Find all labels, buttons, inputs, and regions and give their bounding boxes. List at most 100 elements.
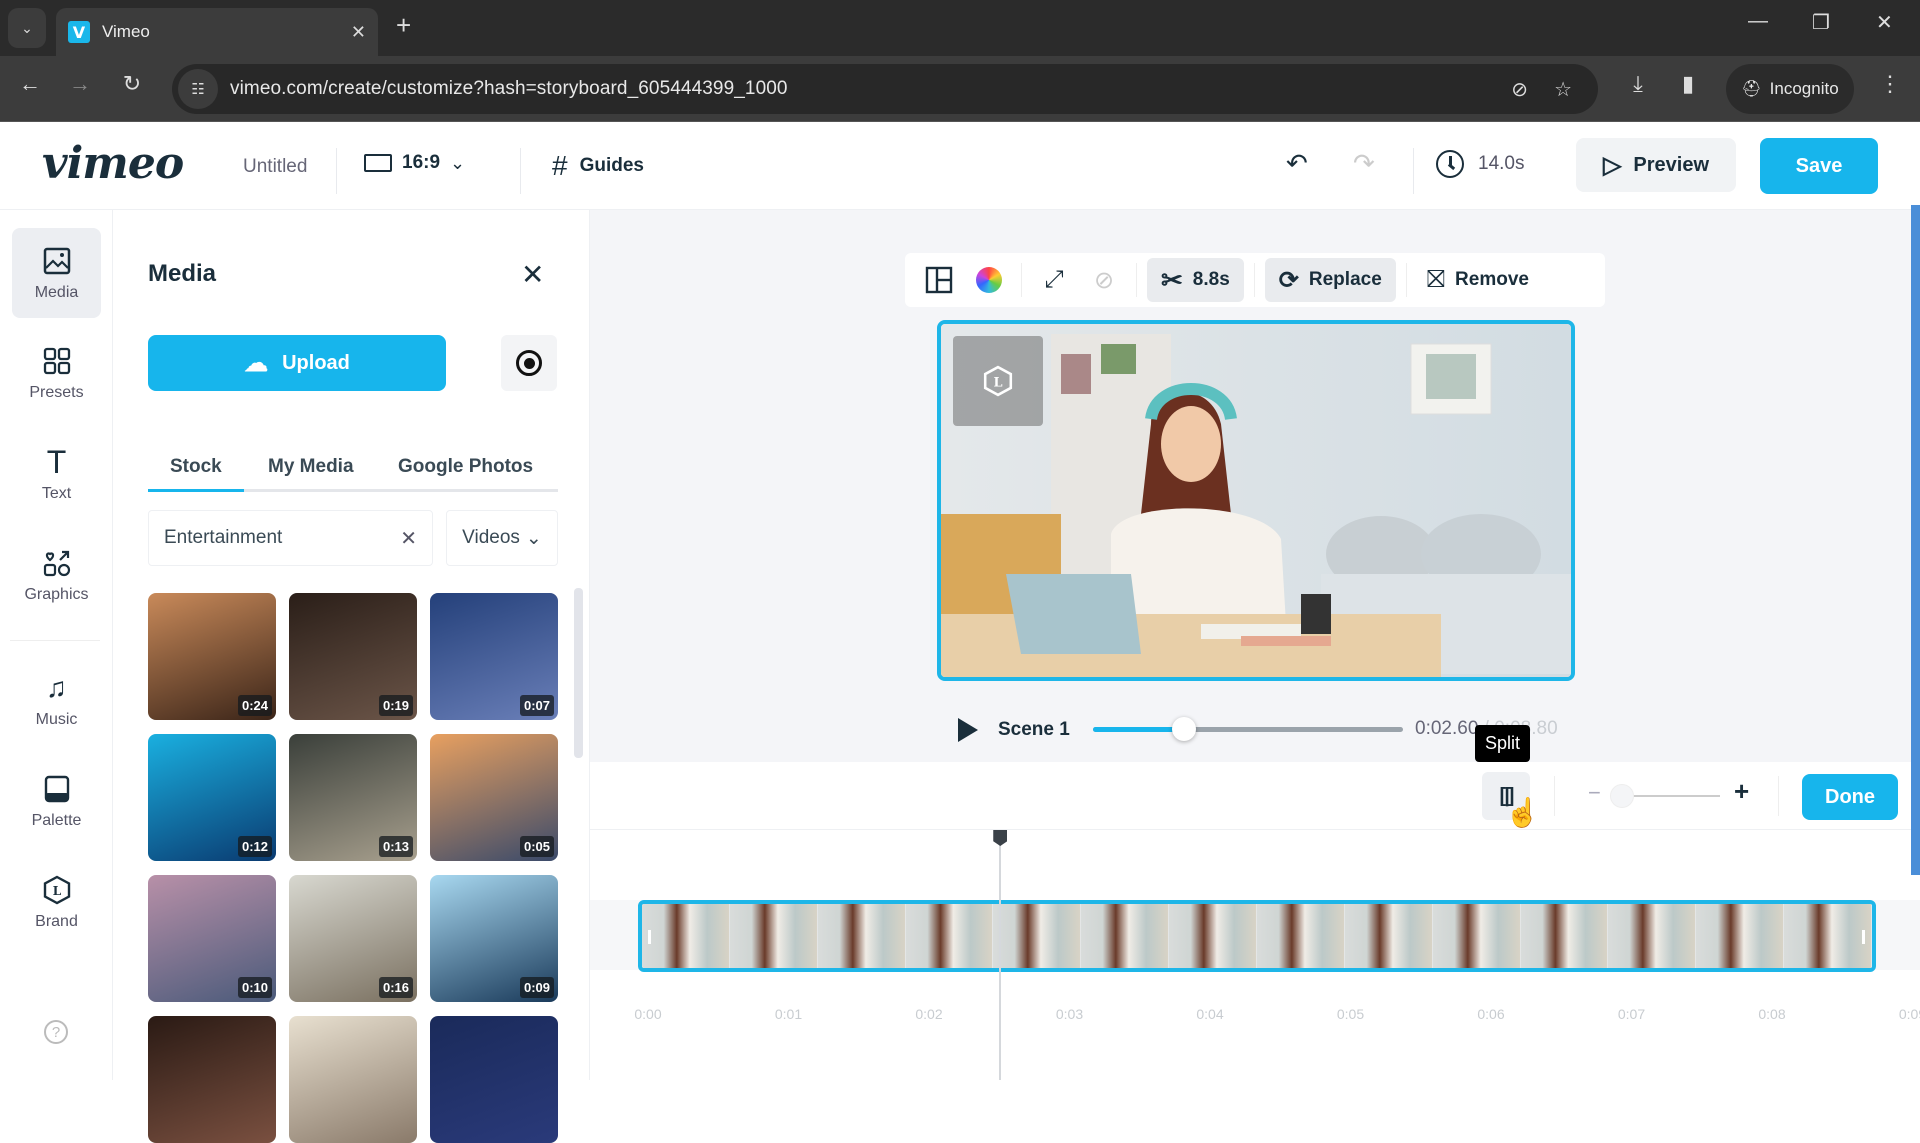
vimeo-favicon-icon: V <box>68 21 90 43</box>
stock-video-thumbnail[interactable]: 0:13 <box>289 734 417 861</box>
panel-title: Media <box>148 260 217 287</box>
timeline-zoom-slider[interactable] <box>1620 795 1720 797</box>
stock-video-thumbnail[interactable]: 0:09 <box>430 875 558 1002</box>
incognito-badge[interactable]: ⛑ Incognito <box>1726 64 1854 114</box>
preview-button[interactable]: ▷ Preview <box>1576 138 1736 192</box>
rail-label: Graphics <box>24 586 89 603</box>
svg-text:L: L <box>52 884 61 898</box>
download-button[interactable]: ⤓ <box>1618 64 1658 104</box>
clip-trim-handle-right[interactable] <box>1862 930 1865 944</box>
scene-scrubber[interactable] <box>1093 717 1403 741</box>
play-icon[interactable] <box>958 718 978 742</box>
replace-button[interactable]: ⟳ Replace <box>1264 258 1396 302</box>
rail-item-graphics[interactable]: Graphics <box>12 530 101 620</box>
stock-video-thumbnail[interactable]: 0:12 <box>148 734 276 861</box>
guides-button[interactable]: # Guides <box>552 150 644 182</box>
stock-video-thumbnail[interactable]: 0:07 <box>430 593 558 720</box>
undo-button[interactable]: ↶ <box>1286 148 1308 179</box>
color-button[interactable] <box>967 259 1011 301</box>
zoom-in-button[interactable]: + <box>1734 776 1749 807</box>
brand-logo-placeholder[interactable]: L <box>953 336 1043 426</box>
stock-video-thumbnail[interactable]: 0:19 <box>289 593 417 720</box>
clock-icon <box>1436 150 1464 178</box>
close-panel-icon[interactable]: ✕ <box>521 258 544 291</box>
tab-stock[interactable]: Stock <box>170 456 222 478</box>
aspect-ratio-dropdown[interactable]: 16:9 ⌄ <box>364 152 465 174</box>
save-button[interactable]: Save <box>1760 138 1878 194</box>
clip-trim-handle-left[interactable] <box>648 930 651 944</box>
rail-item-presets[interactable]: Presets <box>12 328 101 418</box>
project-title[interactable]: Untitled <box>243 156 307 178</box>
forward-button[interactable]: → <box>60 64 100 104</box>
ruler-tick-label: 0:06 <box>1477 1006 1505 1022</box>
panel-scrollbar[interactable] <box>574 588 583 758</box>
search-value[interactable]: Entertainment <box>164 527 400 549</box>
scrubber-handle[interactable] <box>1172 717 1197 741</box>
record-button[interactable] <box>501 335 557 391</box>
media-tabs: Stock My Media Google Photos <box>148 438 558 492</box>
clip-frame-thumbnail <box>1608 904 1697 968</box>
effects-button[interactable]: ⊘ <box>1082 259 1126 301</box>
rail-item-brand[interactable]: L Brand <box>12 857 101 947</box>
help-icon[interactable]: ? <box>44 1020 68 1044</box>
tab-google-photos[interactable]: Google Photos <box>398 456 533 478</box>
browser-toolbar: ← → ↻ ☷ vimeo.com/create/customize?hash=… <box>0 56 1920 122</box>
clip-frame-thumbnail <box>729 904 818 968</box>
tab-my-media[interactable]: My Media <box>268 456 354 478</box>
minimize-button[interactable]: — <box>1748 10 1768 33</box>
url-text[interactable]: vimeo.com/create/customize?hash=storyboa… <box>230 78 1511 100</box>
close-window-button[interactable]: ✕ <box>1876 10 1893 35</box>
scene-preview[interactable]: L <box>937 320 1575 681</box>
tab-title: Vimeo <box>102 22 150 41</box>
zoom-slider-handle[interactable] <box>1610 784 1634 808</box>
stock-video-thumbnail[interactable]: 0:16 <box>289 875 417 1002</box>
media-type-dropdown[interactable]: Videos ⌄ <box>446 510 558 566</box>
guides-label: Guides <box>579 155 644 176</box>
browser-menu-button[interactable]: ⋮ <box>1870 64 1910 104</box>
bookmark-star-icon[interactable]: ☆ <box>1554 77 1572 102</box>
zoom-out-button[interactable]: − <box>1588 780 1601 806</box>
rail-item-palette[interactable]: Palette <box>12 756 101 846</box>
scrubber-progress <box>1093 727 1185 732</box>
rail-item-text[interactable]: T Text <box>12 429 101 519</box>
stock-search-input[interactable]: Entertainment ✕ <box>148 510 433 566</box>
site-info-icon[interactable]: ☷ <box>178 69 218 109</box>
video-clip[interactable] <box>638 900 1876 972</box>
side-panel-button[interactable]: ▮ <box>1668 64 1708 104</box>
browser-tab[interactable]: V Vimeo ✕ <box>56 8 378 56</box>
stock-video-thumbnail[interactable]: 0:10 <box>148 875 276 1002</box>
fit-button[interactable]: ⤢ <box>1032 259 1076 301</box>
page-scrollbar[interactable] <box>1911 205 1920 875</box>
rail-item-media[interactable]: Media <box>12 228 101 318</box>
stock-video-thumbnail[interactable]: 0:24 <box>148 593 276 720</box>
trim-button[interactable]: ✂ 8.8s <box>1147 258 1244 302</box>
address-bar[interactable]: ☷ vimeo.com/create/customize?hash=storyb… <box>172 64 1598 114</box>
done-button[interactable]: Done <box>1802 774 1898 820</box>
restore-button[interactable]: ❐ <box>1812 10 1830 35</box>
color-wheel-icon <box>976 267 1002 293</box>
tab-search-button[interactable]: ⌄ <box>8 8 46 48</box>
upload-label: Upload <box>282 351 350 374</box>
new-tab-button[interactable]: + <box>396 10 411 41</box>
aspect-ratio-value: 16:9 <box>402 152 441 173</box>
close-tab-icon[interactable]: ✕ <box>351 22 366 43</box>
timeline: 0:00 0:01 0:02 0:03 0:04 0:05 0:06 0:07 0:08 0:09 <box>590 830 1920 1080</box>
brand-hexagon-icon: L <box>43 873 71 907</box>
ruler-tick-label: 0:08 <box>1758 1006 1786 1022</box>
vimeo-logo[interactable]: vimeo <box>42 138 184 189</box>
clear-search-icon[interactable]: ✕ <box>400 526 417 551</box>
divider <box>1778 776 1779 816</box>
arrow-left-icon: ← <box>19 71 41 96</box>
video-duration-badge: 0:13 <box>378 836 413 857</box>
stock-video-thumbnail[interactable]: 0:05 <box>430 734 558 861</box>
remove-button[interactable]: ⛝ Remove <box>1417 258 1539 302</box>
reload-button[interactable]: ↻ <box>112 64 152 104</box>
divider <box>1405 263 1407 297</box>
layout-button[interactable] <box>917 259 961 301</box>
rail-item-music[interactable]: ♫ Music <box>12 655 101 745</box>
eye-off-icon[interactable]: ⊘ <box>1511 77 1528 102</box>
playhead-handle[interactable] <box>993 830 1008 846</box>
back-button[interactable]: ← <box>10 64 50 104</box>
redo-button[interactable]: ↷ <box>1353 148 1375 179</box>
upload-button[interactable]: ☁ Upload <box>148 335 446 391</box>
